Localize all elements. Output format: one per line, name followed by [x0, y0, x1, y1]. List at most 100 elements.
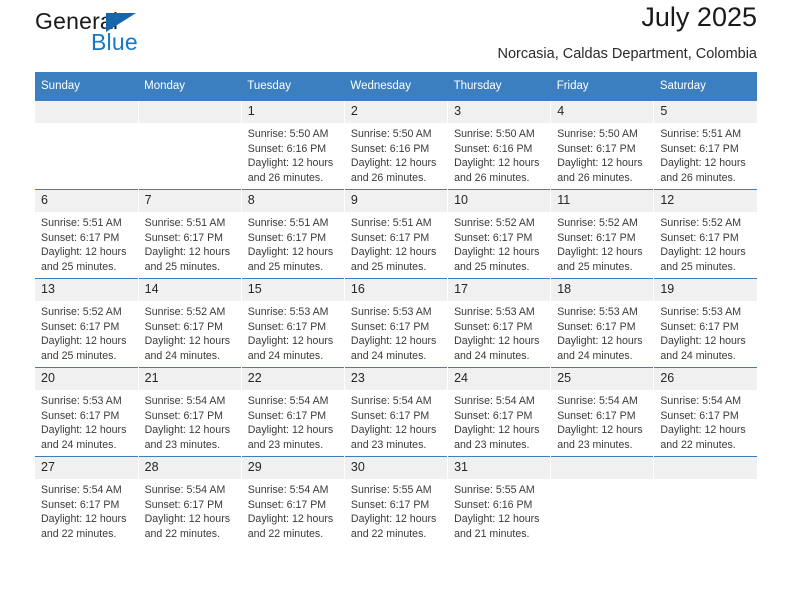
- day-number: 11: [551, 190, 654, 212]
- calendar-day-cell[interactable]: 13 Sunrise: 5:52 AM Sunset: 6:17 PM Dayligh…: [35, 278, 139, 368]
- daylight-text-line2: and 23 minutes.: [454, 438, 530, 451]
- sunrise-text: Sunrise: 5:54 AM: [454, 395, 535, 407]
- sunset-text: Sunset: 6:17 PM: [41, 498, 120, 511]
- sunset-text: Sunset: 6:16 PM: [247, 142, 327, 155]
- daylight-text-line2: and 26 minutes.: [454, 171, 530, 184]
- calendar-day-cell[interactable]: 3 Sunrise: 5:50 AM Sunset: 6:16 PM Daylight…: [447, 100, 551, 190]
- calendar-day-cell[interactable]: 30 Sunrise: 5:55 AM Sunset: 6:17 PM Dayligh…: [343, 456, 448, 545]
- day-details: Sunrise: 5:54 AM Sunset: 6:17 PM Daylight:…: [139, 390, 241, 452]
- daylight-text-line2: and 23 minutes.: [557, 438, 633, 451]
- weekday-header-row: Sunday Monday Tuesday Wednesday Thursday…: [35, 72, 757, 101]
- calendar-day-cell[interactable]: 25 Sunrise: 5:54 AM Sunset: 6:17 PM Dayligh…: [550, 367, 654, 457]
- day-number: 24: [448, 368, 551, 390]
- calendar-day-cell[interactable]: 23 Sunrise: 5:54 AM Sunset: 6:17 PM Dayligh…: [343, 367, 448, 457]
- calendar-day-cell[interactable]: 12 Sunrise: 5:52 AM Sunset: 6:17 PM Dayligh…: [653, 189, 757, 279]
- day-details: Sunrise: 5:50 AM Sunset: 6:16 PM Daylight:…: [448, 123, 550, 185]
- daylight-text-line1: Daylight: 12 hours: [557, 424, 643, 437]
- calendar-day-cell[interactable]: 11 Sunrise: 5:52 AM Sunset: 6:17 PM Dayligh…: [550, 189, 654, 279]
- calendar-day-cell[interactable]: 26 Sunrise: 5:54 AM Sunset: 6:17 PM Dayligh…: [653, 367, 757, 457]
- calendar-day-cell[interactable]: 6 Sunrise: 5:51 AM Sunset: 6:17 PM Daylight…: [35, 189, 139, 279]
- calendar-day-cell[interactable]: 16 Sunrise: 5:53 AM Sunset: 6:17 PM Dayligh…: [343, 278, 448, 368]
- calendar-day-cell[interactable]: 9 Sunrise: 5:51 AM Sunset: 6:17 PM Daylight…: [343, 189, 448, 279]
- weekday-header-friday: Friday: [550, 72, 654, 101]
- calendar-day-cell[interactable]: 10 Sunrise: 5:52 AM Sunset: 6:17 PM Dayligh…: [447, 189, 551, 279]
- daylight-text-line2: and 24 minutes.: [557, 349, 633, 362]
- sunrise-text: Sunrise: 5:54 AM: [247, 395, 329, 407]
- day-details: Sunrise: 5:52 AM Sunset: 6:17 PM Daylight:…: [448, 212, 550, 274]
- daylight-text-line1: Daylight: 12 hours: [247, 513, 334, 526]
- sunrise-text: Sunrise: 5:51 AM: [144, 217, 226, 229]
- calendar-day-cell[interactable]: 22 Sunrise: 5:54 AM Sunset: 6:17 PM Dayligh…: [240, 367, 345, 457]
- calendar-day-cell[interactable]: 14 Sunrise: 5:52 AM Sunset: 6:17 PM Dayligh…: [137, 278, 242, 368]
- calendar-day-cell[interactable]: 1 Sunrise: 5:50 AM Sunset: 6:16 PM Daylight…: [240, 100, 345, 190]
- sunrise-text: Sunrise: 5:53 AM: [660, 306, 742, 318]
- calendar-day-cell[interactable]: 4 Sunrise: 5:50 AM Sunset: 6:17 PM Daylight…: [550, 100, 654, 190]
- day-details: Sunrise: 5:50 AM Sunset: 6:16 PM Daylight:…: [345, 123, 447, 185]
- day-number: 21: [138, 368, 241, 390]
- sunrise-text: Sunrise: 5:55 AM: [454, 484, 535, 496]
- day-details: Sunrise: 5:53 AM Sunset: 6:17 PM Daylight:…: [654, 301, 757, 363]
- calendar-day-cell[interactable]: 8 Sunrise: 5:51 AM Sunset: 6:17 PM Daylight…: [240, 189, 345, 279]
- sunrise-text: Sunrise: 5:50 AM: [247, 128, 329, 140]
- day-details: Sunrise: 5:52 AM Sunset: 6:17 PM Daylight:…: [654, 212, 757, 274]
- sunrise-text: Sunrise: 5:51 AM: [350, 217, 432, 229]
- calendar-day-cell[interactable]: 24 Sunrise: 5:54 AM Sunset: 6:17 PM Dayligh…: [447, 367, 551, 457]
- sunrise-sunset-calendar: Sunday Monday Tuesday Wednesday Thursday…: [35, 72, 757, 545]
- day-details: Sunrise: 5:54 AM Sunset: 6:17 PM Daylight:…: [242, 479, 344, 541]
- calendar-day-cell[interactable]: 18 Sunrise: 5:53 AM Sunset: 6:17 PM Dayligh…: [550, 278, 654, 368]
- daylight-text-line2: and 24 minutes.: [144, 349, 221, 362]
- daylight-text-line1: Daylight: 12 hours: [144, 513, 231, 526]
- day-number: 12: [654, 190, 757, 212]
- daylight-text-line2: and 25 minutes.: [41, 260, 117, 273]
- calendar-day-cell[interactable]: 15 Sunrise: 5:53 AM Sunset: 6:17 PM Dayligh…: [240, 278, 345, 368]
- day-details: Sunrise: 5:50 AM Sunset: 6:16 PM Daylight:…: [242, 123, 344, 185]
- calendar-day-cell[interactable]: 17 Sunrise: 5:53 AM Sunset: 6:17 PM Dayligh…: [447, 278, 551, 368]
- daylight-text-line2: and 25 minutes.: [41, 349, 117, 362]
- sunset-text: Sunset: 6:17 PM: [247, 320, 327, 333]
- calendar-day-cell[interactable]: 20 Sunrise: 5:53 AM Sunset: 6:17 PM Dayligh…: [35, 367, 139, 457]
- calendar-day-cell[interactable]: 31 Sunrise: 5:55 AM Sunset: 6:16 PM Dayligh…: [447, 456, 551, 545]
- daylight-text-line2: and 22 minutes.: [350, 527, 427, 540]
- calendar-day-cell[interactable]: 7 Sunrise: 5:51 AM Sunset: 6:17 PM Daylight…: [137, 189, 242, 279]
- day-number: 4: [551, 101, 654, 123]
- sunrise-text: Sunrise: 5:53 AM: [247, 306, 329, 318]
- day-details: Sunrise: 5:50 AM Sunset: 6:17 PM Daylight:…: [551, 123, 653, 185]
- calendar-day-cell[interactable]: 21 Sunrise: 5:54 AM Sunset: 6:17 PM Dayligh…: [137, 367, 242, 457]
- day-details: Sunrise: 5:54 AM Sunset: 6:17 PM Daylight:…: [35, 479, 138, 541]
- calendar-page: General Blue July 2025 Norcasia, Caldas …: [0, 0, 792, 612]
- calendar-day-cell[interactable]: 27 Sunrise: 5:54 AM Sunset: 6:17 PM Dayligh…: [35, 456, 139, 545]
- day-details: Sunrise: 5:55 AM Sunset: 6:16 PM Daylight:…: [448, 479, 550, 541]
- daylight-text-line2: and 25 minutes.: [557, 260, 633, 273]
- daylight-text-line2: and 21 minutes.: [454, 527, 530, 540]
- daylight-text-line2: and 22 minutes.: [660, 438, 736, 451]
- sunset-text: Sunset: 6:16 PM: [350, 142, 430, 155]
- weekday-header-sunday: Sunday: [35, 72, 139, 101]
- calendar-week-row: 1 Sunrise: 5:50 AM Sunset: 6:16 PM Daylight…: [35, 100, 757, 190]
- sunset-text: Sunset: 6:17 PM: [557, 320, 636, 333]
- day-number: 5: [654, 101, 757, 123]
- calendar-day-cell[interactable]: 5 Sunrise: 5:51 AM Sunset: 6:17 PM Daylight…: [653, 100, 757, 190]
- day-details: Sunrise: 5:53 AM Sunset: 6:17 PM Daylight:…: [448, 301, 550, 363]
- calendar-day-cell[interactable]: 29 Sunrise: 5:54 AM Sunset: 6:17 PM Dayligh…: [240, 456, 345, 545]
- day-number: 15: [241, 279, 344, 301]
- day-details: Sunrise: 5:51 AM Sunset: 6:17 PM Daylight:…: [35, 212, 138, 274]
- calendar-day-cell[interactable]: 28 Sunrise: 5:54 AM Sunset: 6:17 PM Dayligh…: [137, 456, 242, 545]
- calendar-day-cell[interactable]: 19 Sunrise: 5:53 AM Sunset: 6:17 PM Dayligh…: [653, 278, 757, 368]
- day-number: 29: [241, 457, 344, 479]
- page-title: July 2025: [641, 2, 757, 32]
- calendar-day-cell[interactable]: 2 Sunrise: 5:50 AM Sunset: 6:16 PM Daylight…: [343, 100, 448, 190]
- daylight-text-line1: Daylight: 12 hours: [350, 513, 437, 526]
- brand-logo[interactable]: General Blue: [35, 8, 255, 64]
- day-details: Sunrise: 5:53 AM Sunset: 6:17 PM Daylight:…: [345, 301, 447, 363]
- daylight-text-line2: and 25 minutes.: [247, 260, 324, 273]
- page-header: General Blue July 2025 Norcasia, Caldas …: [35, 0, 757, 72]
- day-number: 23: [344, 368, 448, 390]
- calendar-week-row: 27 Sunrise: 5:54 AM Sunset: 6:17 PM Dayligh…: [35, 456, 757, 545]
- sunrise-text: Sunrise: 5:51 AM: [41, 217, 122, 229]
- weekday-header-thursday: Thursday: [447, 72, 551, 101]
- daylight-text-line2: and 24 minutes.: [247, 349, 324, 362]
- sunset-text: Sunset: 6:17 PM: [454, 409, 533, 422]
- day-number: 8: [241, 190, 344, 212]
- daylight-text-line1: Daylight: 12 hours: [660, 246, 746, 259]
- daylight-text-line1: Daylight: 12 hours: [350, 424, 437, 437]
